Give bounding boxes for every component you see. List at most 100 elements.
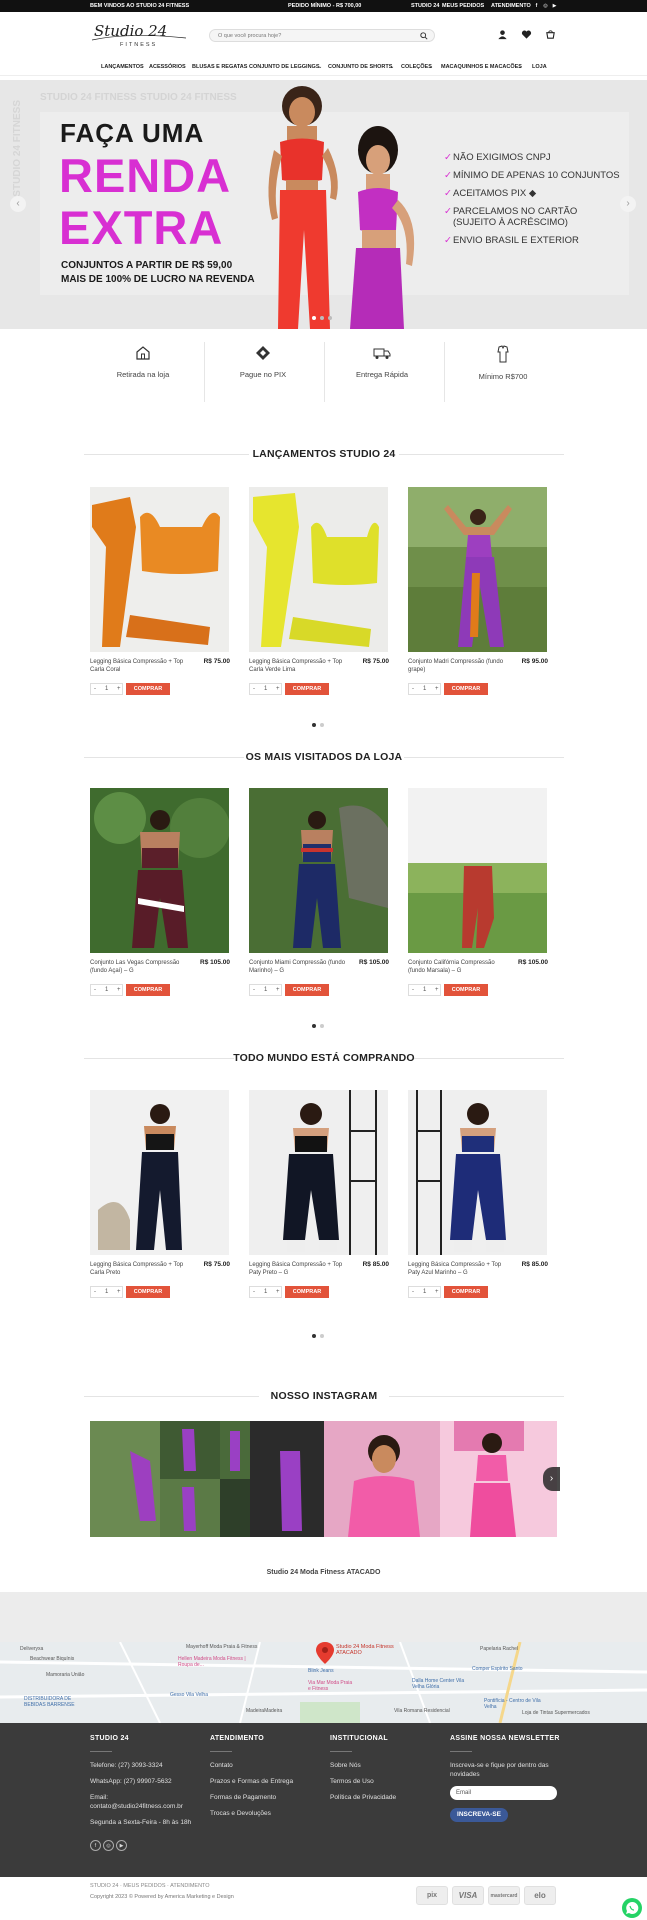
hero-dot-2[interactable]: [320, 316, 324, 320]
buy-button[interactable]: COMPRAR: [126, 984, 170, 996]
facebook-icon[interactable]: f: [534, 3, 539, 9]
nav-item-blouses[interactable]: BLUSAS E REGATAS: [192, 64, 247, 70]
search-input[interactable]: O que você procura hoje?: [209, 29, 435, 42]
instagram-caption[interactable]: Studio 24 Moda Fitness ATACADO: [0, 1569, 647, 1576]
youtube-icon[interactable]: ▶: [116, 1840, 127, 1851]
quantity-stepper[interactable]: -1 +: [249, 683, 282, 695]
map-label[interactable]: Gesso Vila Velha: [170, 1692, 208, 1698]
map-label[interactable]: Mamoraria União: [46, 1672, 84, 1678]
facebook-icon[interactable]: f: [90, 1840, 101, 1851]
newsletter-email-input[interactable]: Email: [450, 1786, 557, 1800]
map-label[interactable]: Hellen Madeira Moda Fitness | Roupa de..…: [178, 1656, 248, 1668]
footer-link[interactable]: Contato: [210, 1761, 330, 1770]
map-label[interactable]: Via Mar Moda Praia e Fitness: [308, 1680, 354, 1692]
buy-button[interactable]: COMPRAR: [444, 984, 488, 996]
product-name[interactable]: Conjunto Califórnia Compressão (fundo Ma…: [408, 959, 508, 975]
whatsapp-icon[interactable]: [622, 1898, 642, 1918]
youtube-icon[interactable]: ▶: [552, 3, 557, 9]
nav-item-leggings[interactable]: CONJUNTO DE LEGGINGS: [249, 64, 320, 70]
product-image[interactable]: [90, 788, 229, 953]
quantity-stepper[interactable]: -1 +: [249, 984, 282, 996]
footer-whatsapp[interactable]: WhatsApp: (27) 99907-5632: [90, 1777, 205, 1786]
product-image[interactable]: [408, 1090, 547, 1255]
quantity-stepper[interactable]: -1 +: [249, 1286, 282, 1298]
product-image[interactable]: [249, 1090, 388, 1255]
nav-item-jumpsuits[interactable]: MACAQUINHOS E MACACÕES: [441, 64, 522, 70]
footer-link[interactable]: Sobre Nós: [330, 1761, 450, 1770]
product-name[interactable]: Legging Básica Compressão + Top Paty Azu…: [408, 1261, 508, 1277]
buy-button[interactable]: COMPRAR: [126, 683, 170, 695]
quantity-stepper[interactable]: -1 +: [408, 984, 441, 996]
hero-prev-arrow[interactable]: ‹: [10, 196, 26, 212]
map-label[interactable]: MadeiraMadeira: [246, 1708, 282, 1714]
newsletter-subscribe-button[interactable]: INSCREVA-SE: [450, 1808, 508, 1822]
product-card[interactable]: Legging Básica Compressão + Top Carla Ve…: [249, 487, 389, 695]
quantity-stepper[interactable]: -1 +: [408, 683, 441, 695]
map-label[interactable]: Papelaria Rachel: [480, 1646, 518, 1652]
product-image[interactable]: [90, 487, 229, 652]
footer-phone[interactable]: Telefone: (27) 3093-3324: [90, 1761, 205, 1770]
cart-icon[interactable]: [545, 29, 556, 40]
carousel-dot[interactable]: [312, 1024, 316, 1028]
footer-link[interactable]: Política de Privacidade: [330, 1793, 450, 1802]
product-name[interactable]: Legging Básica Compressão + Top Paty Pre…: [249, 1261, 349, 1277]
product-card[interactable]: Legging Básica Compressão + Top Paty Pre…: [249, 1090, 389, 1298]
bottom-links[interactable]: STUDIO 24 · MEUS PEDIDOS · ATENDIMENTO: [90, 1883, 210, 1889]
footer-link[interactable]: Formas de Pagamento: [210, 1793, 330, 1802]
buy-button[interactable]: COMPRAR: [444, 683, 488, 695]
carousel-dot[interactable]: [312, 723, 316, 727]
quantity-stepper[interactable]: -1 +: [90, 683, 123, 695]
product-name[interactable]: Legging Básica Compressão + Top Carla Co…: [90, 658, 190, 674]
buy-button[interactable]: COMPRAR: [285, 683, 329, 695]
carousel-dot[interactable]: [320, 1024, 324, 1028]
product-name[interactable]: Conjunto Miami Compressão (fundo Marinho…: [249, 959, 349, 975]
map-label[interactable]: Mayerhoff Moda Praia & Fitness: [186, 1644, 257, 1650]
instagram-post[interactable]: [324, 1421, 557, 1537]
map-label-store[interactable]: Studio 24 Moda Fitness ATACADO: [336, 1644, 406, 1656]
map-label[interactable]: Pontifícia - Centro de Vila Velha: [484, 1698, 550, 1710]
product-image[interactable]: [249, 487, 388, 652]
topbar-link-support[interactable]: ATENDIMENTO: [491, 3, 531, 9]
carousel-dot[interactable]: [320, 1334, 324, 1338]
topbar-link-orders[interactable]: MEUS PEDIDOS: [442, 3, 484, 9]
map-label[interactable]: Beachwear Biquínis: [30, 1656, 74, 1662]
product-name[interactable]: Legging Básica Compressão + Top Carla Pr…: [90, 1261, 190, 1277]
map-label[interactable]: Deliveryxa: [20, 1646, 43, 1652]
heart-icon[interactable]: [521, 29, 532, 40]
instagram-next-arrow[interactable]: ›: [543, 1467, 560, 1491]
quantity-stepper[interactable]: -1 +: [408, 1286, 441, 1298]
nav-item-launches[interactable]: LANÇAMENTOS: [101, 64, 144, 70]
product-image[interactable]: [249, 788, 388, 953]
topbar-link-studio[interactable]: STUDIO 24: [411, 3, 439, 9]
buy-button[interactable]: COMPRAR: [444, 1286, 488, 1298]
map-label[interactable]: Loja de Tintas Supermercados: [522, 1710, 590, 1716]
carousel-dot[interactable]: [312, 1334, 316, 1338]
product-image[interactable]: [408, 788, 547, 953]
product-card[interactable]: Legging Básica Compressão + Top Paty Azu…: [408, 1090, 548, 1298]
search-icon[interactable]: [420, 32, 428, 40]
nav-item-shop[interactable]: LOJA: [532, 64, 547, 70]
product-name[interactable]: Legging Básica Compressão + Top Carla Ve…: [249, 658, 349, 674]
footer-link[interactable]: Termos de Uso: [330, 1777, 450, 1786]
buy-button[interactable]: COMPRAR: [285, 1286, 329, 1298]
product-name[interactable]: Conjunto Madri Compressão (fundo grape): [408, 658, 508, 674]
instagram-post[interactable]: [90, 1421, 324, 1537]
map-label[interactable]: Vila Romana Residencial: [394, 1708, 450, 1714]
footer-link[interactable]: Trocas e Devoluções: [210, 1809, 330, 1818]
nav-item-collections[interactable]: COLEÇÕES: [401, 64, 432, 70]
footer-link[interactable]: Prazos e Formas de Entrega: [210, 1777, 330, 1786]
logo[interactable]: Studio 24 FITNESS: [90, 18, 194, 48]
product-card[interactable]: Legging Básica Compressão + Top Carla Pr…: [90, 1090, 230, 1298]
product-name[interactable]: Conjunto Las Vegas Compressão (fundo Aça…: [90, 959, 190, 975]
hero-dot-1[interactable]: [312, 316, 316, 320]
location-map[interactable]: Studio 24 Moda Fitness ATACADO Hellen Ma…: [0, 1642, 647, 1723]
carousel-dot[interactable]: [320, 723, 324, 727]
product-card[interactable]: Legging Básica Compressão + Top Carla Co…: [90, 487, 230, 695]
quantity-stepper[interactable]: -1 +: [90, 1286, 123, 1298]
footer-email[interactable]: contato@studio24fitness.com.br: [90, 1802, 205, 1811]
nav-item-shorts[interactable]: CONJUNTO DE SHORTS: [328, 64, 392, 70]
buy-button[interactable]: COMPRAR: [126, 1286, 170, 1298]
product-card[interactable]: Conjunto Miami Compressão (fundo Marinho…: [249, 788, 389, 996]
product-card[interactable]: Conjunto Las Vegas Compressão (fundo Aça…: [90, 788, 230, 996]
hero-dot-3[interactable]: [328, 316, 332, 320]
